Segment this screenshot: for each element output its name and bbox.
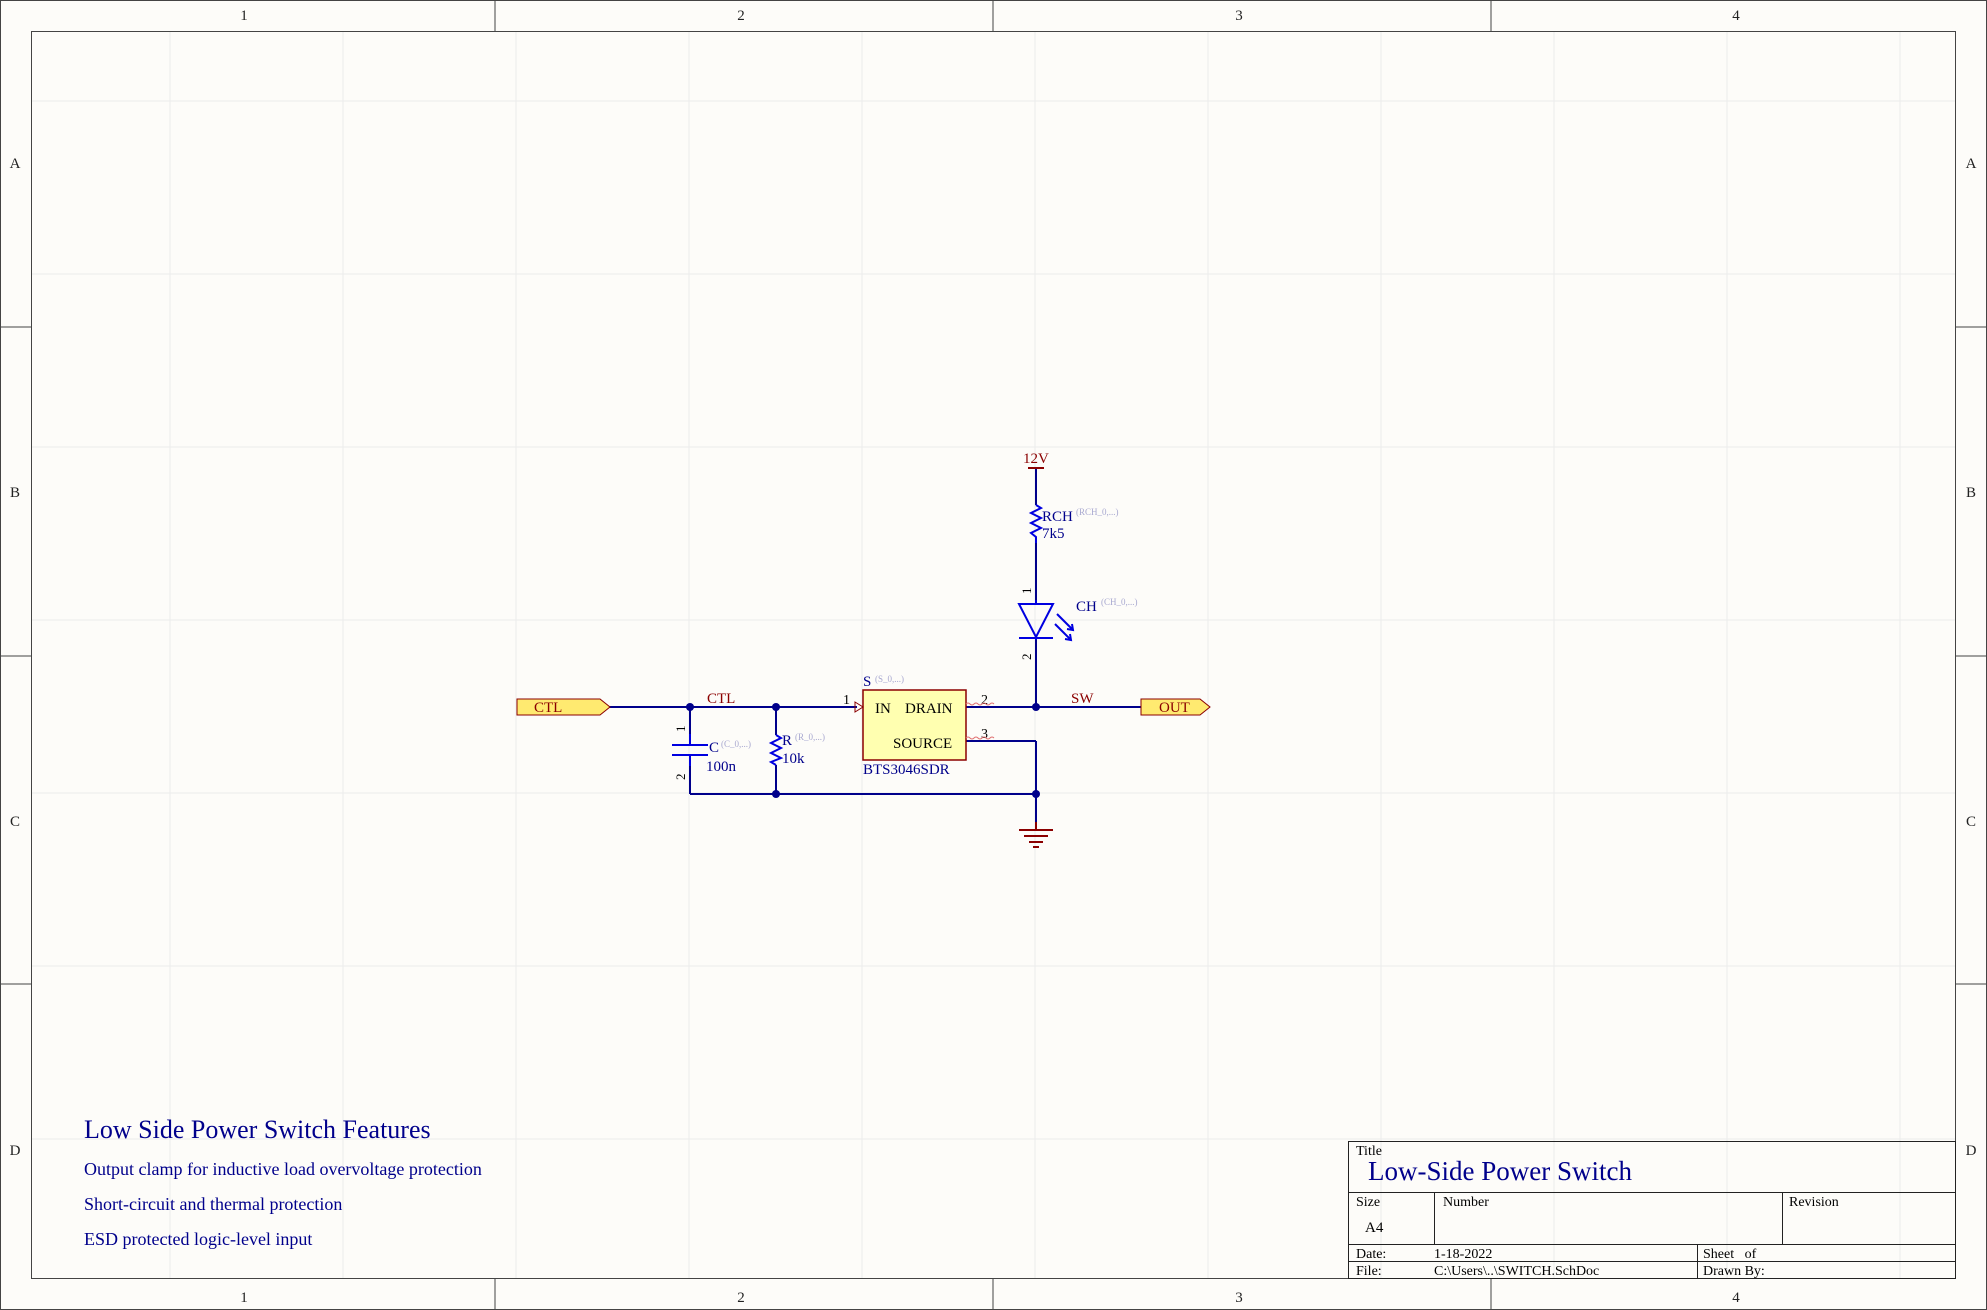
- zone-row-a-left: A: [10, 156, 21, 172]
- zone-row-c-left: C: [10, 814, 20, 830]
- zone-col-1-bottom: 1: [240, 1290, 248, 1306]
- zone-col-3-top: 3: [1235, 8, 1243, 24]
- notes-block: Low Side Power Switch Features Output cl…: [84, 1115, 482, 1249]
- component-switch[interactable]: S (S_0,...) IN DRAIN SOURCE 1 2 3 BTS304…: [843, 674, 995, 778]
- zone-col-4-bottom: 4: [1732, 1290, 1740, 1306]
- date-label: Date:: [1356, 1247, 1386, 1262]
- grid-fine: [31, 31, 1955, 1278]
- res-r-value: 10k: [782, 751, 805, 767]
- switch-designator: S: [863, 674, 871, 690]
- led-param: (CH_0,...): [1101, 597, 1138, 607]
- zone-row-b-left: B: [10, 485, 20, 501]
- title-block: Title Low-Side Power Switch Size A4 Numb…: [1348, 1141, 1956, 1279]
- res-rch-designator: RCH: [1042, 509, 1073, 525]
- switch-pin-drain-label: DRAIN: [905, 701, 953, 717]
- port-ctl-shape[interactable]: [516, 698, 611, 716]
- zone-row-b-right: B: [1966, 485, 1976, 501]
- ground-symbol[interactable]: [1019, 822, 1053, 848]
- switch-part-number: BTS3046SDR: [863, 762, 950, 778]
- size-label: Size: [1356, 1195, 1380, 1210]
- title-value: Low-Side Power Switch: [1368, 1156, 1632, 1186]
- size-value: A4: [1365, 1220, 1384, 1236]
- zone-col-2-bottom: 2: [737, 1290, 745, 1306]
- led-designator: CH: [1076, 599, 1097, 615]
- cap-param: (C_0,...): [721, 739, 751, 749]
- zone-col-1-top: 1: [240, 8, 248, 24]
- sheet-border: [0, 0, 1987, 1310]
- port-ctl[interactable]: CTL: [516, 698, 611, 716]
- notes-item-1: Output clamp for inductive load overvolt…: [84, 1159, 482, 1179]
- net-label-ctl[interactable]: CTL: [707, 691, 735, 707]
- schematic-sheet: 1 2 3 4 1 2 3 4 A B C D A B C D CTL SW C…: [0, 0, 1987, 1310]
- res-rch-param: (RCH_0,...): [1076, 507, 1119, 517]
- cap-value: 100n: [706, 759, 737, 775]
- date-value: 1-18-2022: [1434, 1247, 1492, 1262]
- switch-pin-source-label: SOURCE: [893, 736, 952, 752]
- zone-col-2-top: 2: [737, 8, 745, 24]
- res-r-zigzag: [768, 734, 784, 766]
- zone-col-4-top: 4: [1732, 8, 1740, 24]
- switch-pin-in-num: 1: [843, 693, 850, 708]
- port-out-label: OUT: [1159, 700, 1190, 716]
- sheet-label: Sheet of: [1703, 1247, 1757, 1262]
- res-r-designator: R: [782, 733, 792, 749]
- switch-pin-in-label: IN: [875, 701, 891, 717]
- switch-pin-source-num: 3: [981, 727, 988, 742]
- notes-item-3: ESD protected logic-level input: [84, 1229, 312, 1249]
- port-out[interactable]: OUT: [1140, 698, 1211, 716]
- switch-param: (S_0,...): [875, 674, 904, 684]
- cap-pin1: 1: [673, 726, 688, 733]
- net-label-sw[interactable]: SW: [1071, 691, 1094, 707]
- notes-item-2: Short-circuit and thermal protection: [84, 1194, 342, 1214]
- power-12v[interactable]: 12V: [1023, 451, 1049, 469]
- component-cap-c[interactable]: 1 2 C (C_0,...) 100n: [672, 726, 751, 781]
- number-label: Number: [1443, 1195, 1489, 1210]
- cap-designator: C: [709, 740, 719, 756]
- switch-pin-drain-num: 2: [981, 693, 988, 708]
- zone-labels: 1 2 3 4 1 2 3 4 A B C D A B C D: [10, 8, 1977, 1306]
- power-12v-label: 12V: [1023, 451, 1049, 467]
- res-rch-zigzag: [1028, 504, 1044, 543]
- switch-source-marker: [965, 736, 995, 740]
- led-light-arrows: [1054, 613, 1075, 642]
- zone-row-c-right: C: [1966, 814, 1976, 830]
- led-pin1: 1: [1019, 588, 1034, 595]
- component-res-r[interactable]: R (R_0,...) 10k: [768, 732, 825, 767]
- port-ctl-label: CTL: [534, 700, 562, 716]
- res-rch-value: 7k5: [1042, 526, 1065, 542]
- revision-label: Revision: [1789, 1195, 1839, 1210]
- cap-pin2: 2: [673, 774, 688, 781]
- drawn-by-label: Drawn By:: [1703, 1264, 1765, 1279]
- res-r-param: (R_0,...): [795, 732, 825, 742]
- zone-row-d-right: D: [1966, 1143, 1977, 1159]
- led-pin2: 2: [1019, 654, 1034, 661]
- file-value: C:\Users\..\SWITCH.SchDoc: [1434, 1264, 1599, 1279]
- switch-drain-marker: [965, 702, 995, 706]
- component-res-rch[interactable]: RCH (RCH_0,...) 7k5: [1028, 504, 1119, 543]
- zone-row-a-right: A: [1966, 156, 1977, 172]
- file-label: File:: [1356, 1264, 1382, 1279]
- zone-row-d-left: D: [10, 1143, 21, 1159]
- zone-col-3-bottom: 3: [1235, 1290, 1243, 1306]
- notes-heading: Low Side Power Switch Features: [84, 1115, 431, 1144]
